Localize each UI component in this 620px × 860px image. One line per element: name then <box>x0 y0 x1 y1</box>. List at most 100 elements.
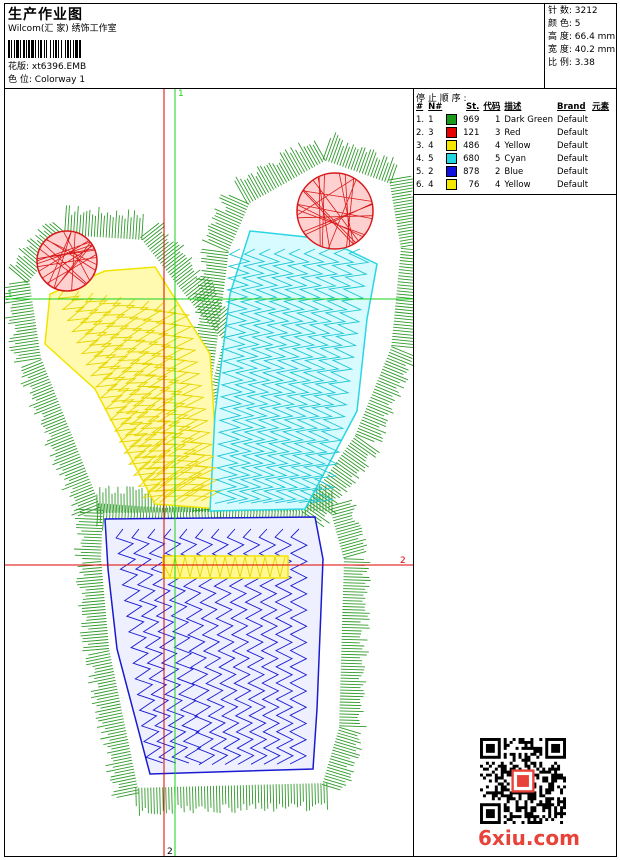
row-element <box>590 179 611 192</box>
row-needle: 5 <box>428 154 434 164</box>
row-description: Blue <box>504 167 524 177</box>
row-code: 5 <box>494 154 501 164</box>
row-stitches: 969 <box>463 115 480 125</box>
row-index: 4. <box>416 154 425 164</box>
table-row: 1. 1 969 1 Dark Green Default <box>414 114 611 127</box>
design-file-name: xt6396.EMB <box>31 62 87 72</box>
col-index: # <box>416 102 424 112</box>
company-name: Wilcom(汇 家) 绣饰工作室 <box>8 24 117 34</box>
sequence-divider <box>413 194 617 195</box>
row-brand: Default <box>557 115 589 125</box>
axis-label-v2: 2 <box>167 847 173 856</box>
row-swatch-stitches: 121 <box>444 127 481 140</box>
row-description: Cyan <box>504 154 526 164</box>
colorway-label: 色 位: <box>8 75 32 85</box>
barcode <box>8 40 128 58</box>
design-file-row: 花版: xt6396.EMB <box>8 62 86 73</box>
row-stitches: 76 <box>468 180 480 190</box>
axis-label-v1: 1 <box>178 89 184 99</box>
col-code: 代码 <box>483 102 501 112</box>
row-description: Red <box>504 128 521 138</box>
row-index: 3. <box>416 141 425 151</box>
color-swatch <box>446 127 458 138</box>
row-swatch-stitches: 878 <box>444 166 481 179</box>
row-swatch-stitches: 969 <box>444 114 481 127</box>
row-stitches: 680 <box>463 154 480 164</box>
stats-divider <box>544 3 545 88</box>
table-row: 2. 3 121 3 Red Default <box>414 127 611 140</box>
qr-finder-center <box>485 809 495 819</box>
right-flower <box>296 172 374 250</box>
qr-finder-center <box>551 743 561 753</box>
qr-finder-center <box>485 743 495 753</box>
row-index: 2. <box>416 128 425 138</box>
row-element <box>590 166 611 179</box>
row-element <box>590 114 611 127</box>
row-code: 2 <box>494 167 501 177</box>
qr-code <box>480 738 566 824</box>
stitch-count: 针 数: 3212 <box>548 6 598 16</box>
qr-seal-mark <box>517 775 529 787</box>
table-row: 6. 4 76 4 Yellow Default <box>414 179 611 192</box>
right-cactus-fill <box>209 230 378 512</box>
row-code: 3 <box>494 128 501 138</box>
row-index: 1. <box>416 115 425 125</box>
row-description: Dark Green <box>504 115 554 125</box>
design-width: 宽 度: 40.2 mm <box>548 45 616 55</box>
row-index: 5. <box>416 167 425 177</box>
row-swatch-stitches: 486 <box>444 140 481 153</box>
design-height: 高 度: 66.4 mm <box>548 32 616 42</box>
row-stitches: 121 <box>463 128 480 138</box>
panel-divider <box>413 88 414 857</box>
colorway-name: Colorway 1 <box>34 75 86 85</box>
watermark-logo: 6xiu.com <box>478 826 580 850</box>
row-element <box>590 153 611 166</box>
row-index: 6. <box>416 180 425 190</box>
row-brand: Default <box>557 128 589 138</box>
row-stitches: 486 <box>463 141 480 151</box>
row-needle: 2 <box>428 167 434 177</box>
row-brand: Default <box>557 180 589 190</box>
table-header-row: # N# St. 代码 描述 Brand 元素 <box>414 101 611 114</box>
design-scale: 比 例: 3.38 <box>548 58 595 68</box>
row-description: Yellow <box>504 180 531 190</box>
color-swatch <box>446 153 458 164</box>
row-needle: 4 <box>428 141 434 151</box>
axis-label-h2: 2 <box>400 556 406 566</box>
color-swatch <box>446 179 458 190</box>
col-stitches: St. <box>465 102 480 112</box>
row-code: 4 <box>494 180 501 190</box>
row-needle: 4 <box>428 180 434 190</box>
row-needle: 3 <box>428 128 434 138</box>
table-row: 5. 2 878 2 Blue Default <box>414 166 611 179</box>
embroidery-design: 1 1 2 2 <box>5 89 413 856</box>
row-brand: Default <box>557 167 589 177</box>
row-code: 4 <box>494 141 501 151</box>
design-stats: 针 数: 3212 颜 色: 5 高 度: 66.4 mm 宽 度: 40.2 … <box>548 5 615 70</box>
stop-sequence-table: # N# St. 代码 描述 Brand 元素 1. 1 969 1 Dark Gre… <box>414 101 611 192</box>
row-code: 1 <box>494 115 501 125</box>
col-needle: N# <box>428 102 443 112</box>
row-needle: 1 <box>428 115 434 125</box>
row-description: Yellow <box>504 141 531 151</box>
row-brand: Default <box>557 154 589 164</box>
row-swatch-stitches: 680 <box>444 153 481 166</box>
axis-label-h1: 1 <box>7 290 13 300</box>
table-row: 4. 5 680 5 Cyan Default <box>414 153 611 166</box>
color-count: 颜 色: 5 <box>548 19 581 29</box>
color-swatch <box>446 140 458 151</box>
row-element <box>590 140 611 153</box>
row-swatch-stitches: 76 <box>444 179 481 192</box>
col-description: 描述 <box>504 102 522 112</box>
table-row: 3. 4 486 4 Yellow Default <box>414 140 611 153</box>
colorway-row: 色 位: Colorway 1 <box>8 75 85 86</box>
row-stitches: 878 <box>463 167 480 177</box>
col-element: 元素 <box>592 102 610 112</box>
col-brand: Brand <box>557 102 586 112</box>
color-swatch <box>446 166 458 177</box>
design-label: 花版: <box>8 62 30 72</box>
row-element <box>590 127 611 140</box>
color-swatch <box>446 114 458 125</box>
page-title: 生产作业图 <box>8 7 83 23</box>
row-brand: Default <box>557 141 589 151</box>
